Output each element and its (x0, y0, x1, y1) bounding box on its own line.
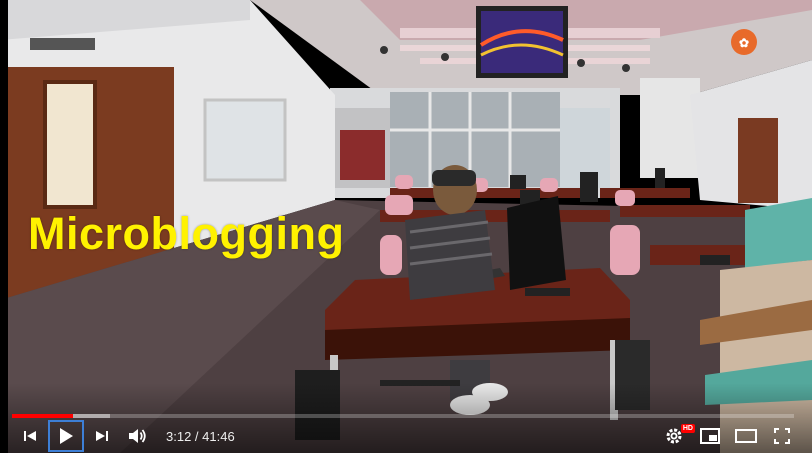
time-separator: / (191, 428, 203, 444)
previous-icon (24, 431, 36, 441)
video-player[interactable]: ✿ Microblogging 3:12 / 41:46 HD (0, 0, 812, 453)
progress-played (12, 414, 73, 418)
volume-button[interactable] (120, 420, 156, 452)
fullscreen-icon (774, 428, 790, 444)
player-controls: 3:12 / 41:46 HD (12, 420, 800, 452)
hd-badge: HD (680, 424, 695, 433)
play-button[interactable] (48, 420, 84, 452)
miniplayer-button[interactable] (692, 420, 728, 452)
progress-bar[interactable] (12, 414, 794, 418)
theater-icon (735, 429, 757, 443)
svg-text:✿: ✿ (739, 36, 749, 50)
play-icon (60, 428, 73, 444)
video-caption: Microblogging (28, 208, 345, 259)
volume-icon (129, 429, 146, 443)
settings-button[interactable]: HD (656, 420, 695, 452)
previous-button[interactable] (12, 420, 48, 452)
fullscreen-button[interactable] (764, 420, 800, 452)
time-current: 3:12 (166, 428, 192, 444)
next-button[interactable] (84, 420, 120, 452)
time-total: 41:46 (202, 428, 235, 444)
time-display: 3:12 / 41:46 (166, 429, 235, 444)
miniplayer-icon (700, 428, 720, 444)
next-icon (96, 431, 108, 441)
theater-mode-button[interactable] (728, 420, 764, 452)
